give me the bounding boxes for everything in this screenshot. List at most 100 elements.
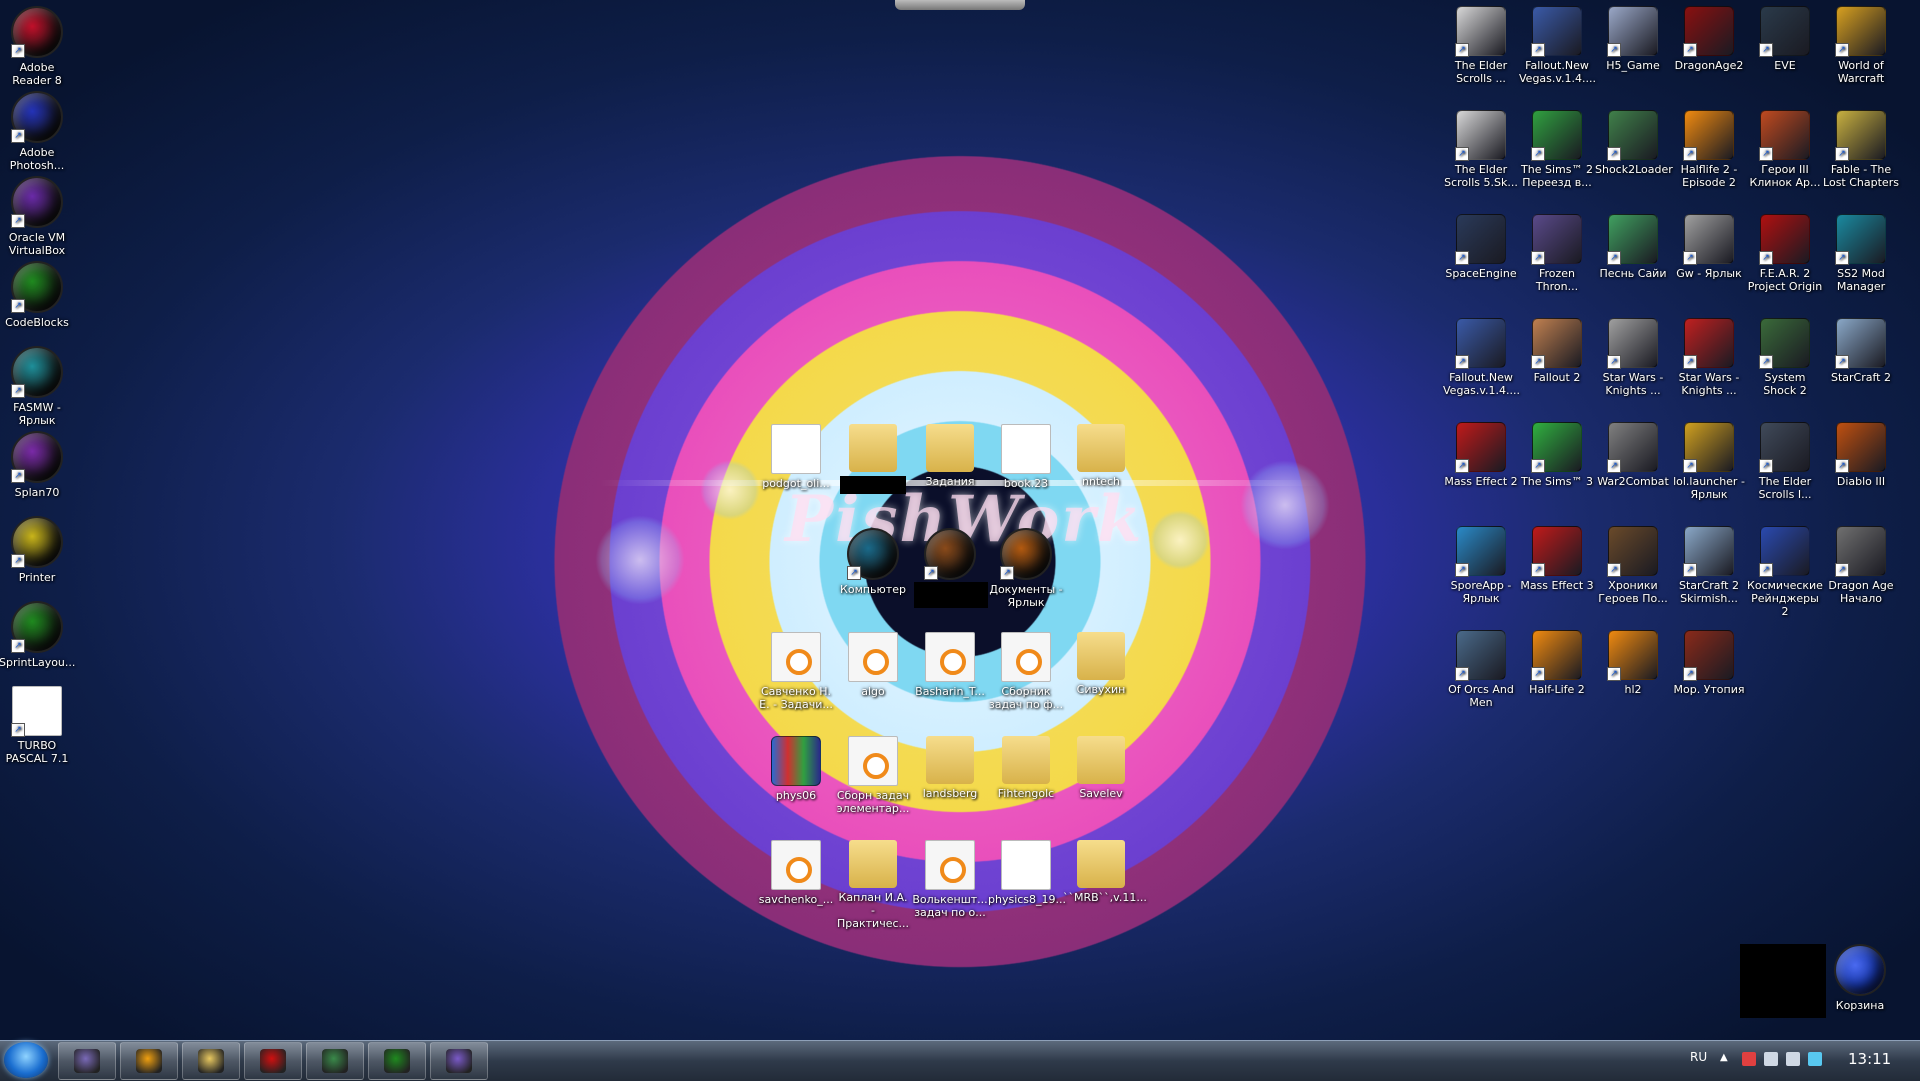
shortcut-arrow-icon: ↗ xyxy=(1531,459,1545,473)
clock[interactable]: 13:11 xyxy=(1848,1050,1891,1068)
desktop-icon[interactable]: Fihtengolc xyxy=(988,736,1064,800)
game-shortcut[interactable]: ↗ Mass Effect 2 xyxy=(1443,422,1519,488)
game-shortcut[interactable]: ↗ Хроники Героев По... xyxy=(1595,526,1671,605)
action-center-flag-icon[interactable] xyxy=(1742,1052,1756,1066)
game-shortcut[interactable]: ↗ SporeApp - Ярлык xyxy=(1443,526,1519,605)
desktop-icon[interactable]: Задания xyxy=(912,424,988,488)
game-shortcut[interactable]: ↗ Песнь Сайи xyxy=(1595,214,1671,280)
desktop-icon[interactable]: ↗ Adobe Reader 8 xyxy=(0,6,75,87)
desktop-icon[interactable]: Сборник задач по ф... xyxy=(988,632,1064,711)
game-shortcut[interactable]: ↗ Star Wars - Knights ... xyxy=(1671,318,1747,397)
game-shortcut[interactable]: ↗ lol.launcher - Ярлык xyxy=(1671,422,1747,501)
game-shortcut[interactable]: ↗ System Shock 2 xyxy=(1747,318,1823,397)
game-shortcut[interactable]: ↗ Gw - Ярлык xyxy=(1671,214,1747,280)
game-shortcut[interactable]: ↗ Fallout 2 xyxy=(1519,318,1595,384)
desktop-icon[interactable]: podgot_oli... xyxy=(758,424,834,490)
game-shortcut[interactable]: ↗ StarCraft 2 Skirmish... xyxy=(1671,526,1747,605)
taskbar-task-manager-app[interactable] xyxy=(306,1042,364,1080)
taskbar-orb-app[interactable] xyxy=(368,1042,426,1080)
language-indicator[interactable]: RU xyxy=(1690,1050,1707,1064)
game-shortcut-icon: ↗ xyxy=(1531,6,1582,57)
game-shortcut[interactable]: ↗ Halflife 2 - Episode 2 xyxy=(1671,110,1747,189)
desktop-icon[interactable]: ↗ Splan70 xyxy=(0,431,75,499)
game-shortcut[interactable]: ↗ SpaceEngine xyxy=(1443,214,1519,280)
desktop-icon[interactable] xyxy=(835,424,911,475)
desktop-icon[interactable]: Волькеншт... задач по о... xyxy=(912,840,988,919)
desktop-icon-label: Сборник задач по ф... xyxy=(988,685,1064,711)
desktop-icon[interactable]: Сивухин xyxy=(1063,632,1139,696)
document-icon xyxy=(1001,840,1051,890)
game-shortcut[interactable]: ↗ The Elder Scrolls ... xyxy=(1443,6,1519,85)
desktop-icon[interactable]: landsberg xyxy=(912,736,988,800)
game-shortcut[interactable]: ↗ EVE xyxy=(1747,6,1823,72)
desktop-icon[interactable]: Сборн задач элементар... xyxy=(835,736,911,815)
volume-icon[interactable] xyxy=(1786,1052,1800,1066)
game-shortcut[interactable]: ↗ Diablo III xyxy=(1823,422,1899,488)
taskbar-pidgin-app[interactable] xyxy=(58,1042,116,1080)
network-icon[interactable] xyxy=(1764,1052,1778,1066)
desktop-icon[interactable]: ↗ FASMW - Ярлык xyxy=(0,346,75,427)
game-shortcut[interactable]: ↗ The Elder Scrolls I... xyxy=(1747,422,1823,501)
game-shortcut[interactable]: ↗ Мор. Утопия xyxy=(1671,630,1747,696)
taskbar-aimp-app[interactable] xyxy=(120,1042,178,1080)
desktop-icon[interactable]: savchenko_... xyxy=(758,840,834,906)
game-shortcut[interactable]: ↗ The Elder Scrolls 5.Sk... xyxy=(1443,110,1519,189)
desktop-icon[interactable]: ↗ Printer xyxy=(0,516,75,584)
desktop-icon[interactable]: ↗ Документы - Ярлык xyxy=(988,528,1064,609)
desktop-icon[interactable]: ↗ Adobe Photosh... xyxy=(0,91,75,172)
game-shortcut[interactable]: ↗ Герои III Клинок Ар... xyxy=(1747,110,1823,189)
desktop-icon[interactable]: Каплан И.А. - Практичес... xyxy=(835,840,911,930)
desktop-icon[interactable]: ``MRB``,v.11... xyxy=(1063,840,1147,904)
game-shortcut[interactable]: ↗ Shock2Loader xyxy=(1595,110,1673,176)
recycle-bin[interactable]: Корзина xyxy=(1822,944,1898,1012)
game-shortcut[interactable]: ↗ H5_Game xyxy=(1595,6,1671,72)
game-shortcut[interactable]: ↗ hl2 xyxy=(1595,630,1671,696)
game-shortcut-icon: ↗ xyxy=(1759,6,1810,57)
show-hidden-icons-icon[interactable]: ▲ xyxy=(1720,1052,1734,1066)
game-shortcut-label: Diablo III xyxy=(1836,475,1886,488)
shortcut-arrow-icon: ↗ xyxy=(1759,43,1773,57)
desktop-icon[interactable]: ↗ Oracle VM VirtualBox xyxy=(0,176,75,257)
desktop-icon[interactable]: ↗ TURBO PASCAL 7.1 xyxy=(0,686,75,765)
desktop-icon[interactable]: phys06 xyxy=(758,736,834,802)
game-shortcut[interactable]: ↗ World of Warcraft xyxy=(1823,6,1899,85)
desktop-icon[interactable]: ↗ Компьютер xyxy=(835,528,911,596)
game-shortcut[interactable]: ↗ Космические Рейнджеры 2 xyxy=(1747,526,1823,618)
desktop-icon[interactable]: ↗ CodeBlocks xyxy=(0,261,75,329)
start-button[interactable] xyxy=(4,1042,48,1078)
game-shortcut[interactable]: ↗ Fable - The Lost Chapters xyxy=(1823,110,1899,189)
taskbar-opera-app[interactable] xyxy=(244,1042,302,1080)
game-shortcut[interactable]: ↗ The Sims™ 2 Переезд в... xyxy=(1519,110,1595,189)
desktop-icon[interactable]: physics8_19... xyxy=(988,840,1066,906)
desktop-icon[interactable]: algo xyxy=(835,632,911,698)
game-shortcut[interactable]: ↗ Mass Effect 3 xyxy=(1519,526,1595,592)
taskbar-explorer-app[interactable] xyxy=(182,1042,240,1080)
game-shortcut[interactable]: ↗ F.E.A.R. 2 Project Origin xyxy=(1747,214,1823,293)
desktop-icon[interactable]: Savelev xyxy=(1063,736,1139,800)
game-shortcut[interactable]: ↗ The Sims™ 3 xyxy=(1519,422,1595,488)
desktop-icon[interactable]: ↗ xyxy=(912,528,988,583)
wallpaper-bubble xyxy=(1150,510,1210,570)
desktop-icon[interactable]: nntech xyxy=(1063,424,1139,488)
game-shortcut[interactable]: ↗ Half-Life 2 xyxy=(1519,630,1595,696)
game-shortcut-label: The Elder Scrolls 5.Sk... xyxy=(1444,163,1518,189)
game-shortcut[interactable]: ↗ StarCraft 2 xyxy=(1823,318,1899,384)
game-shortcut[interactable]: ↗ Fallout.New Vegas.v.1.4.... xyxy=(1443,318,1520,397)
shield-tray-icon[interactable] xyxy=(1808,1052,1822,1066)
game-shortcut[interactable]: ↗ DragonAge2 xyxy=(1671,6,1747,72)
game-shortcut[interactable]: ↗ Fallout.New Vegas.v.1.4.... xyxy=(1519,6,1596,85)
game-shortcut[interactable]: ↗ War2Combat xyxy=(1595,422,1671,488)
game-shortcut[interactable]: ↗ Frozen Thron... xyxy=(1519,214,1595,293)
game-shortcut[interactable]: ↗ Of Orcs And Men xyxy=(1443,630,1519,709)
desktop-icon[interactable]: Савченко Н. Е. - Задачи... xyxy=(758,632,834,711)
game-shortcut[interactable]: ↗ Star Wars - Knights ... xyxy=(1595,318,1671,397)
taskbar-djvu-viewer-app[interactable] xyxy=(430,1042,488,1080)
desktop-icon[interactable]: ↗ SprintLayou... xyxy=(0,601,75,669)
game-shortcut[interactable]: ↗ Dragon Age Начало xyxy=(1823,526,1899,605)
djvu-file-icon xyxy=(925,632,975,682)
top-dock-handle[interactable] xyxy=(895,0,1025,10)
game-shortcut-icon: ↗ xyxy=(1531,110,1582,161)
desktop-icon[interactable]: book.23 xyxy=(988,424,1064,490)
game-shortcut[interactable]: ↗ SS2 Mod Manager xyxy=(1823,214,1899,293)
desktop-icon[interactable]: Basharin_T... xyxy=(912,632,988,698)
